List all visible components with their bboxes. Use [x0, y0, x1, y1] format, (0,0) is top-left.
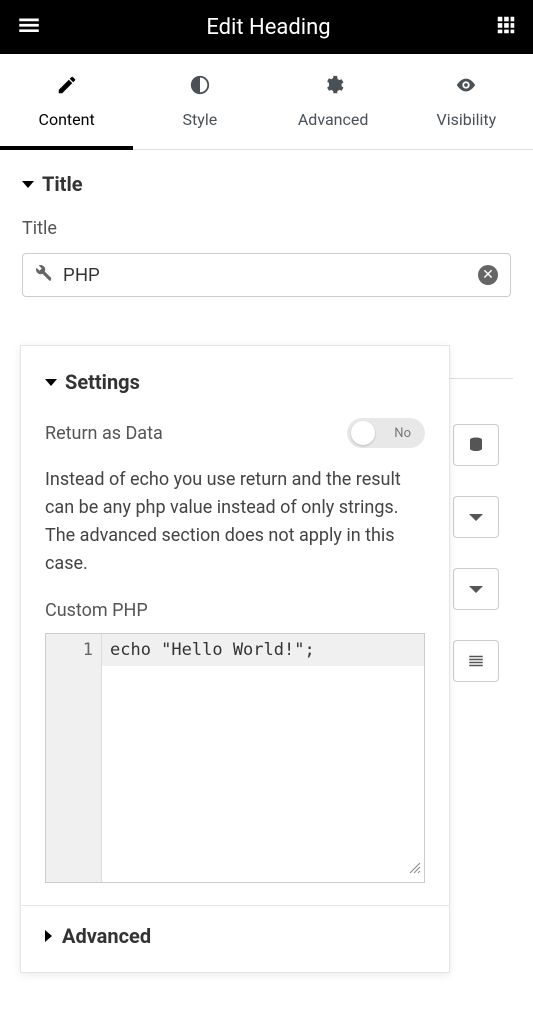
- menu-icon[interactable]: [16, 12, 42, 42]
- code-body[interactable]: echo "Hello World!";: [102, 634, 424, 882]
- title-section-header[interactable]: Title: [22, 172, 511, 196]
- gear-icon: [322, 74, 344, 100]
- tab-label: Visibility: [437, 110, 497, 129]
- chevron-down-icon: [22, 181, 34, 188]
- dropdown-button-2[interactable]: [453, 568, 499, 610]
- title-input-row: ✕: [22, 253, 511, 297]
- return-as-data-toggle[interactable]: No: [347, 418, 425, 448]
- page-title: Edit Heading: [206, 15, 330, 40]
- code-line: echo "Hello World!";: [102, 634, 424, 666]
- code-gutter: 1: [46, 634, 102, 882]
- return-as-data-label: Return as Data: [45, 423, 163, 444]
- pencil-icon: [56, 74, 78, 100]
- toggle-knob: [351, 421, 375, 445]
- wrench-icon[interactable]: [35, 264, 53, 286]
- apps-grid-icon[interactable]: [495, 14, 517, 40]
- chevron-right-icon: [45, 930, 52, 942]
- tab-style[interactable]: Style: [133, 54, 266, 149]
- dropdown-button-1[interactable]: [453, 496, 499, 538]
- tabs-bar: Content Style Advanced Visibility: [0, 54, 533, 150]
- eye-icon: [455, 74, 477, 100]
- contrast-icon: [189, 74, 211, 100]
- tab-visibility[interactable]: Visibility: [400, 54, 533, 149]
- advanced-section-header[interactable]: Advanced: [21, 905, 449, 962]
- align-button[interactable]: [453, 640, 499, 682]
- tab-content[interactable]: Content: [0, 54, 133, 149]
- settings-description: Instead of echo you use return and the r…: [45, 466, 425, 578]
- code-editor[interactable]: 1 echo "Hello World!";: [45, 633, 425, 883]
- side-buttons: [453, 424, 499, 682]
- settings-header[interactable]: Settings: [45, 370, 425, 394]
- chevron-down-icon: [45, 379, 57, 386]
- settings-title: Settings: [65, 370, 140, 394]
- database-button[interactable]: [453, 424, 499, 466]
- tab-label: Content: [39, 110, 95, 129]
- clear-icon[interactable]: ✕: [478, 265, 498, 285]
- resize-handle-icon[interactable]: [409, 859, 421, 879]
- custom-php-label: Custom PHP: [45, 600, 425, 621]
- tab-label: Advanced: [298, 110, 369, 129]
- line-number: 1: [46, 640, 93, 660]
- section-title: Title: [42, 172, 83, 196]
- return-as-data-row: Return as Data No: [45, 418, 425, 448]
- advanced-title: Advanced: [62, 924, 151, 948]
- header-bar: Edit Heading: [0, 0, 533, 54]
- title-field-label: Title: [22, 218, 511, 239]
- title-input[interactable]: [63, 265, 468, 286]
- toggle-state: No: [394, 426, 411, 441]
- tab-label: Style: [183, 110, 218, 129]
- title-section: Title Title ✕: [0, 150, 533, 297]
- settings-popover: Settings Return as Data No Instead of ec…: [20, 345, 450, 973]
- tab-advanced[interactable]: Advanced: [267, 54, 400, 149]
